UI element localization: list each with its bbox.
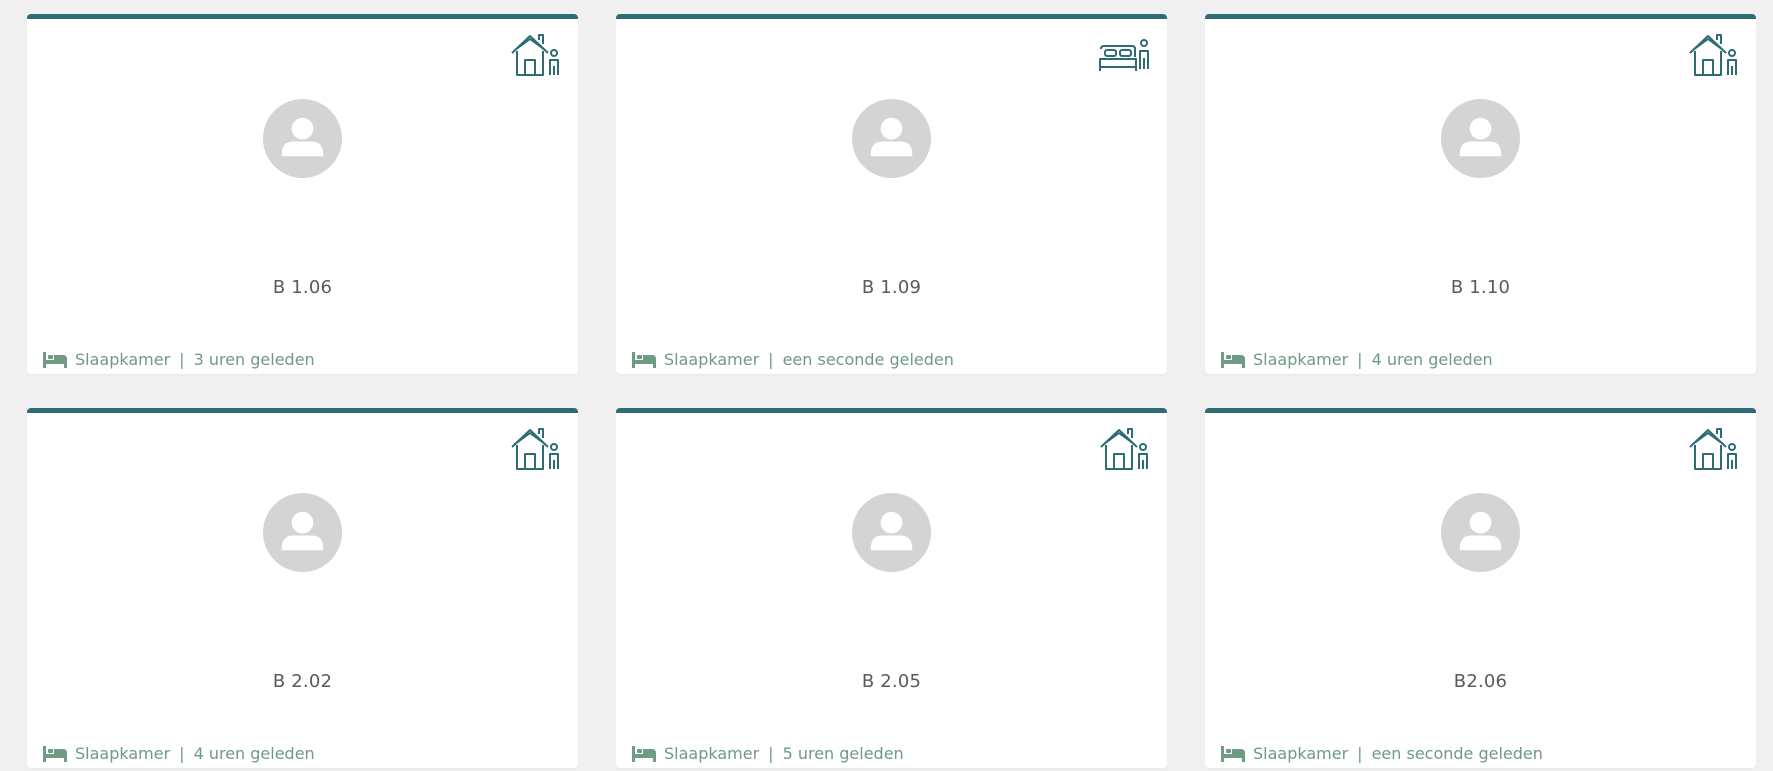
- avatar: [263, 493, 342, 572]
- bed-icon: [43, 745, 67, 762]
- last-update-time: 4 uren geleden: [1371, 350, 1493, 369]
- location-label: Slaapkamer: [1253, 744, 1349, 763]
- bed-icon: [632, 745, 656, 762]
- separator: |: [179, 350, 185, 369]
- room-card[interactable]: B 1.09 Slaapkamer | een seconde geleden: [616, 14, 1167, 374]
- last-update-time: 5 uren geleden: [782, 744, 904, 763]
- avatar: [1441, 493, 1520, 572]
- separator: |: [1357, 350, 1363, 369]
- avatar: [263, 99, 342, 178]
- room-name: B 2.02: [272, 671, 333, 692]
- house-person-icon: [1688, 425, 1740, 473]
- bed-icon: [1221, 351, 1245, 368]
- room-name: B2.06: [1453, 671, 1508, 692]
- house-person-icon: [510, 31, 562, 79]
- separator: |: [1357, 744, 1363, 763]
- card-footer: Slaapkamer | 4 uren geleden: [43, 744, 315, 763]
- house-person-icon: [1099, 425, 1151, 473]
- room-card[interactable]: B2.06 Slaapkamer | een seconde geleden: [1205, 408, 1756, 768]
- room-card[interactable]: B 2.02 Slaapkamer | 4 uren geleden: [27, 408, 578, 768]
- card-footer: Slaapkamer | 3 uren geleden: [43, 350, 315, 369]
- last-update-time: een seconde geleden: [782, 350, 954, 369]
- avatar: [1441, 99, 1520, 178]
- room-card[interactable]: B 2.05 Slaapkamer | 5 uren geleden: [616, 408, 1167, 768]
- house-person-icon: [1688, 31, 1740, 79]
- room-name: B 1.10: [1450, 277, 1511, 298]
- bed-icon: [1221, 745, 1245, 762]
- last-update-time: 4 uren geleden: [193, 744, 315, 763]
- card-footer: Slaapkamer | 4 uren geleden: [1221, 350, 1493, 369]
- separator: |: [179, 744, 185, 763]
- room-card[interactable]: B 1.06 Slaapkamer | 3 uren geleden: [27, 14, 578, 374]
- bed-icon: [43, 351, 67, 368]
- separator: |: [768, 350, 774, 369]
- room-card[interactable]: B 1.10 Slaapkamer | 4 uren geleden: [1205, 14, 1756, 374]
- room-card-grid: B 1.06 Slaapkamer | 3 uren geleden B 1.0…: [0, 0, 1773, 771]
- house-person-icon: [510, 425, 562, 473]
- location-label: Slaapkamer: [75, 350, 171, 369]
- location-label: Slaapkamer: [664, 744, 760, 763]
- avatar: [852, 493, 931, 572]
- room-name: B 1.09: [861, 277, 922, 298]
- card-footer: Slaapkamer | een seconde geleden: [1221, 744, 1543, 763]
- last-update-time: 3 uren geleden: [193, 350, 315, 369]
- room-name: B 1.06: [272, 277, 333, 298]
- separator: |: [768, 744, 774, 763]
- room-name: B 2.05: [861, 671, 922, 692]
- location-label: Slaapkamer: [75, 744, 171, 763]
- card-footer: Slaapkamer | een seconde geleden: [632, 350, 954, 369]
- location-label: Slaapkamer: [664, 350, 760, 369]
- card-footer: Slaapkamer | 5 uren geleden: [632, 744, 904, 763]
- avatar: [852, 99, 931, 178]
- bed-icon: [632, 351, 656, 368]
- last-update-time: een seconde geleden: [1371, 744, 1543, 763]
- location-label: Slaapkamer: [1253, 350, 1349, 369]
- bed-person-icon: [1099, 31, 1151, 79]
